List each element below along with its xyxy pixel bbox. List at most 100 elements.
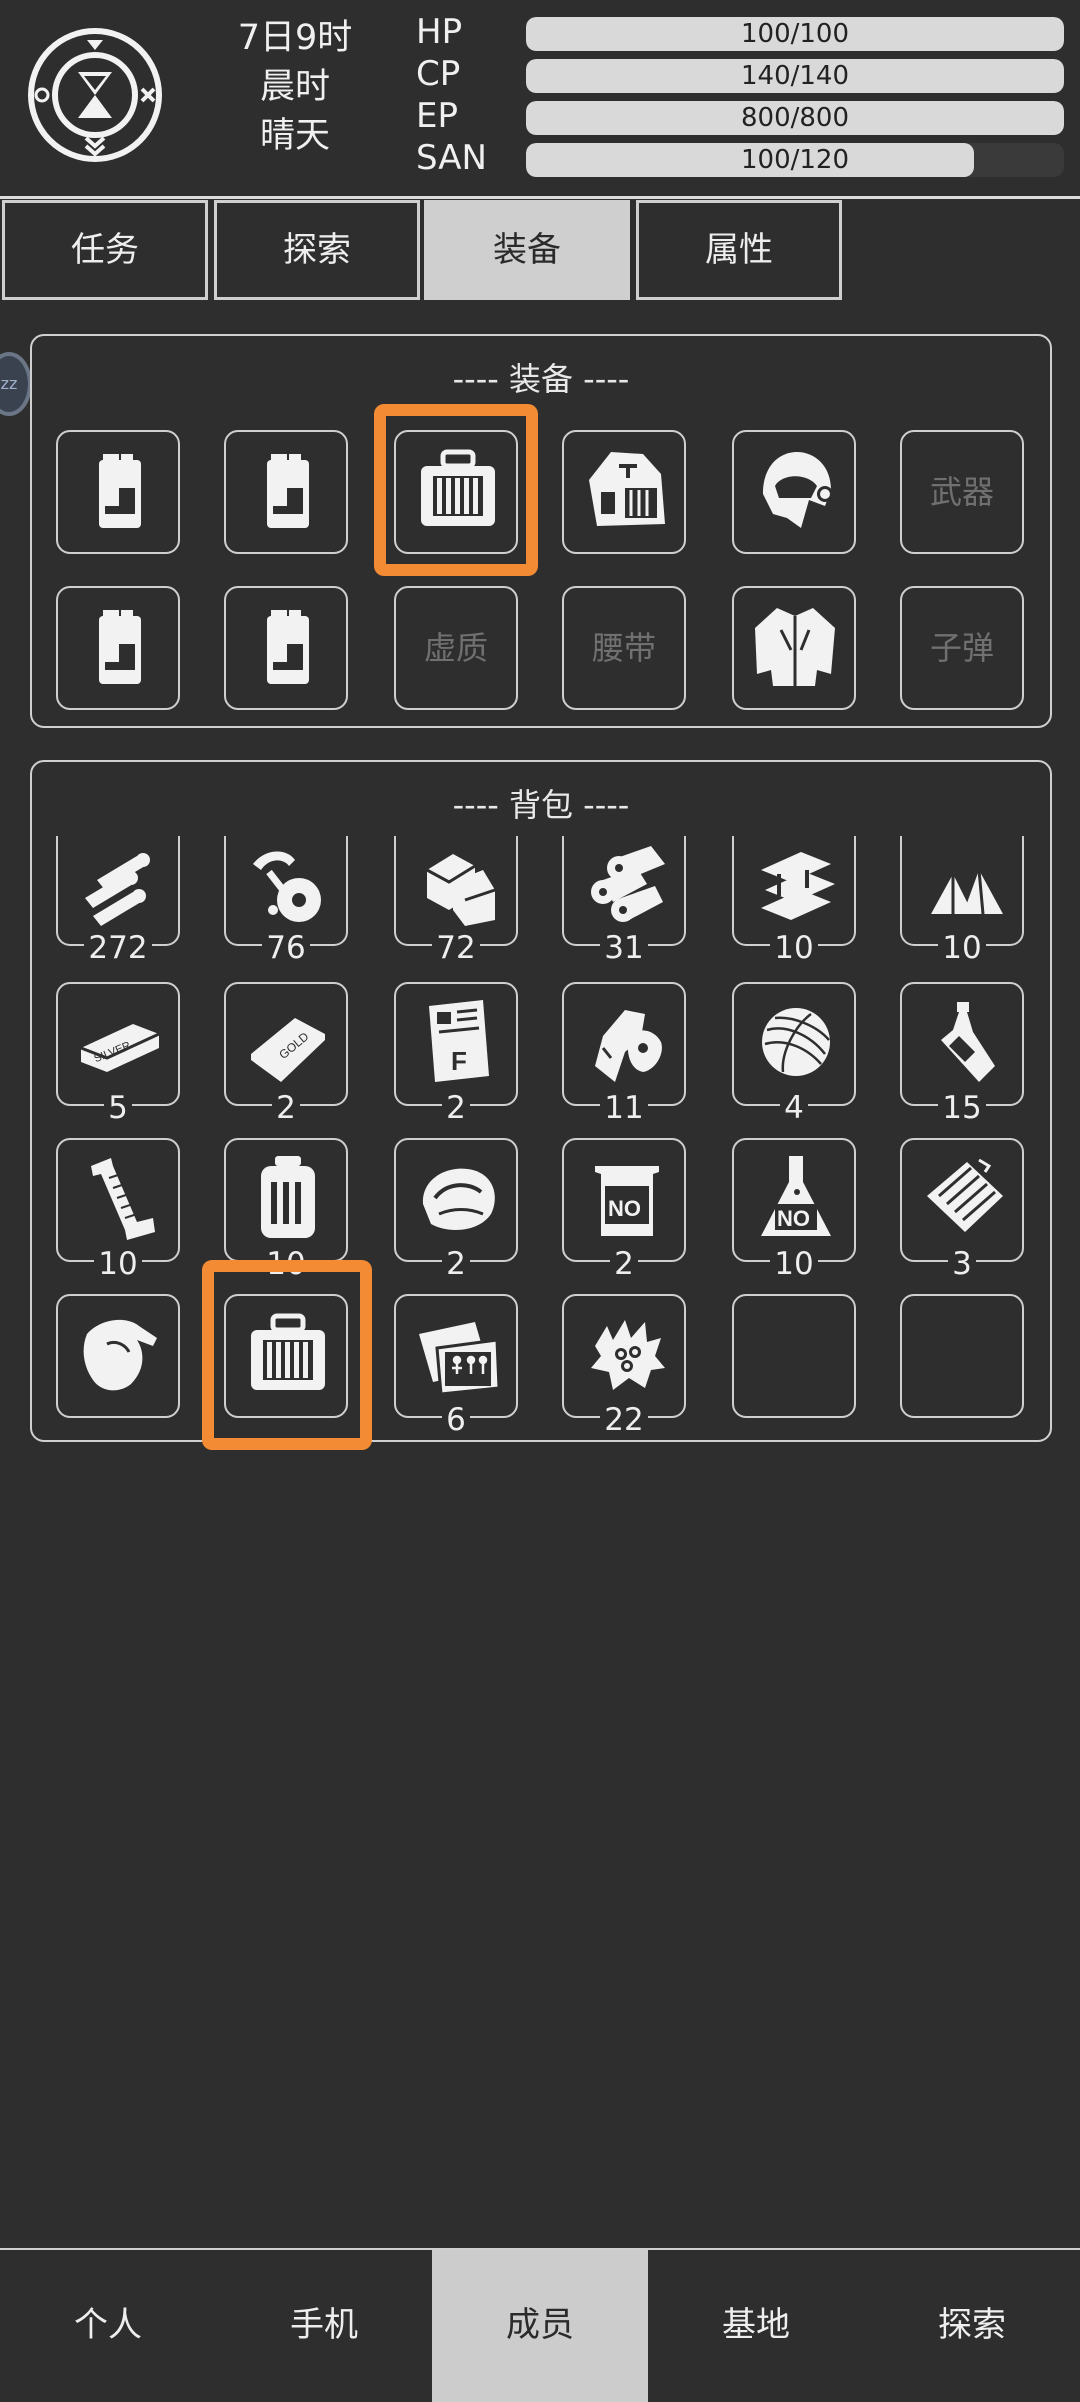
svg-text:F: F	[451, 1046, 467, 1076]
item-count: 4	[734, 1088, 854, 1128]
backpack-item[interactable]: 15	[900, 982, 1024, 1126]
equipment-slot[interactable]	[224, 586, 348, 710]
equipment-slot[interactable]	[224, 430, 348, 554]
backpack-icon	[589, 452, 665, 526]
nav-personal[interactable]: 个人	[0, 2250, 216, 2402]
empty-backpack-slot[interactable]	[900, 1294, 1024, 1418]
nav-members[interactable]: 成员	[432, 2250, 648, 2402]
yarn-ball-icon	[762, 1008, 830, 1076]
hp-label: HP	[416, 12, 463, 52]
backpack-item[interactable]: 2	[394, 1138, 518, 1282]
photo-icon	[419, 1322, 501, 1396]
bottle-icon	[941, 1002, 995, 1082]
cp-label: CP	[416, 54, 461, 94]
item-count: 10	[734, 928, 854, 968]
bread-icon	[422, 1168, 495, 1230]
svg-text:NO: NO	[777, 1206, 810, 1231]
beaker-icon: NO	[595, 1166, 659, 1236]
backpack-item[interactable]: NO 2	[562, 1138, 686, 1282]
nav-base[interactable]: 基地	[648, 2250, 864, 2402]
cp-value: 140/140	[740, 61, 849, 91]
backpack-item[interactable]: GOLD 2	[224, 982, 348, 1126]
san-label: SAN	[416, 138, 487, 178]
equipment-slot[interactable]	[732, 586, 856, 710]
header-divider	[0, 196, 1080, 199]
tab-explore[interactable]: 探索	[214, 200, 420, 300]
item-count: 6	[396, 1400, 516, 1440]
item-count: 31	[564, 928, 684, 968]
selection-highlight	[202, 1260, 372, 1450]
item-count: 3	[902, 1244, 1022, 1284]
tab-equipment[interactable]: 装备	[424, 200, 630, 300]
backpack-item[interactable]: 76	[224, 836, 348, 966]
tab-attributes[interactable]: 属性	[636, 200, 842, 300]
hourglass-compass-icon[interactable]	[26, 26, 164, 164]
period-text: 晨时	[259, 67, 330, 107]
backpack-item[interactable]: 3	[900, 1138, 1024, 1282]
nav-phone[interactable]: 手机	[216, 2250, 432, 2402]
canister-icon	[261, 1156, 315, 1238]
document-icon: F	[429, 1000, 489, 1082]
cloth-bundle-icon	[927, 1158, 1003, 1232]
backpack-item[interactable]: 10	[56, 1138, 180, 1282]
backpack-item[interactable]: 272	[56, 836, 180, 966]
nav-explore[interactable]: 探索	[864, 2250, 1080, 2402]
thread-spool-icon	[91, 1158, 155, 1240]
backpack-item[interactable]: 6	[394, 1294, 518, 1438]
crystals-icon	[931, 869, 1003, 915]
equipment-slot[interactable]	[562, 430, 686, 554]
tab-tasks[interactable]: 任务	[2, 200, 208, 300]
equipment-slot[interactable]: 子弹	[900, 586, 1024, 710]
san-value: 100/120	[740, 145, 849, 175]
equipment-slot-label: 武器	[929, 473, 994, 511]
backpack-item[interactable]: F2	[394, 982, 518, 1126]
date-text: 7日9时	[237, 18, 353, 58]
item-count: 2	[564, 1244, 684, 1284]
backpack-item[interactable]: 10	[224, 1138, 348, 1282]
item-count: 2	[226, 1088, 346, 1128]
hp-value: 100/100	[740, 19, 849, 49]
time-display: 7日9时 晨时 晴天	[210, 14, 380, 161]
equipment-slot[interactable]	[56, 586, 180, 710]
backpack-item[interactable]: 31	[562, 836, 686, 966]
backpack-item[interactable]: 10	[732, 836, 856, 966]
item-count: 76	[226, 928, 346, 968]
equipment-slot[interactable]: 虚质	[394, 586, 518, 710]
backpack-item[interactable]: 11	[562, 982, 686, 1126]
battery-icon	[99, 454, 141, 528]
weather-text: 晴天	[259, 116, 330, 156]
item-count: 15	[902, 1088, 1022, 1128]
equipment-slot[interactable]: 腰带	[562, 586, 686, 710]
flask-icon: NO	[761, 1156, 831, 1236]
hp-bar: 100/100	[526, 17, 1064, 51]
backpack-item[interactable]: NO 10	[732, 1138, 856, 1282]
empty-backpack-slot[interactable]	[732, 1294, 856, 1418]
backpack-item[interactable]: 22	[562, 1294, 686, 1438]
backpack-title: ---- 背包 ----	[452, 786, 630, 824]
battery-icon	[99, 610, 141, 684]
backpack-item[interactable]: 4	[732, 982, 856, 1126]
item-count: 2	[396, 1088, 516, 1128]
ep-bar: 800/800	[526, 101, 1064, 135]
ep-value: 800/800	[740, 103, 849, 133]
meat-icon	[595, 1010, 662, 1082]
bottom-nav: 个人 手机 成员 基地 探索	[0, 2248, 1080, 2402]
backpack-item[interactable]: 10	[900, 836, 1024, 966]
helmet-icon	[763, 452, 833, 528]
selection-highlight	[374, 404, 538, 576]
backpack-item[interactable]: SILVER 5	[56, 982, 180, 1126]
backpack-item[interactable]: 72	[394, 836, 518, 966]
backpack-item[interactable]	[56, 1294, 180, 1418]
gold-bar-icon: GOLD	[251, 1018, 325, 1082]
steel-beams-icon	[761, 852, 835, 920]
item-count: 272	[58, 928, 178, 968]
equipment-panel: ---- 装备 ---- 武器 虚质 腰带 子弹	[30, 334, 1052, 728]
item-count: 72	[396, 928, 516, 968]
sleep-badge[interactable]: zz	[0, 352, 32, 416]
equipment-slot[interactable]	[732, 430, 856, 554]
equipment-slot-label: 腰带	[591, 629, 656, 667]
equipment-slot[interactable]: 武器	[900, 430, 1024, 554]
equipment-slot[interactable]	[56, 430, 180, 554]
ep-label: EP	[416, 96, 458, 136]
item-count: 10	[734, 1244, 854, 1284]
